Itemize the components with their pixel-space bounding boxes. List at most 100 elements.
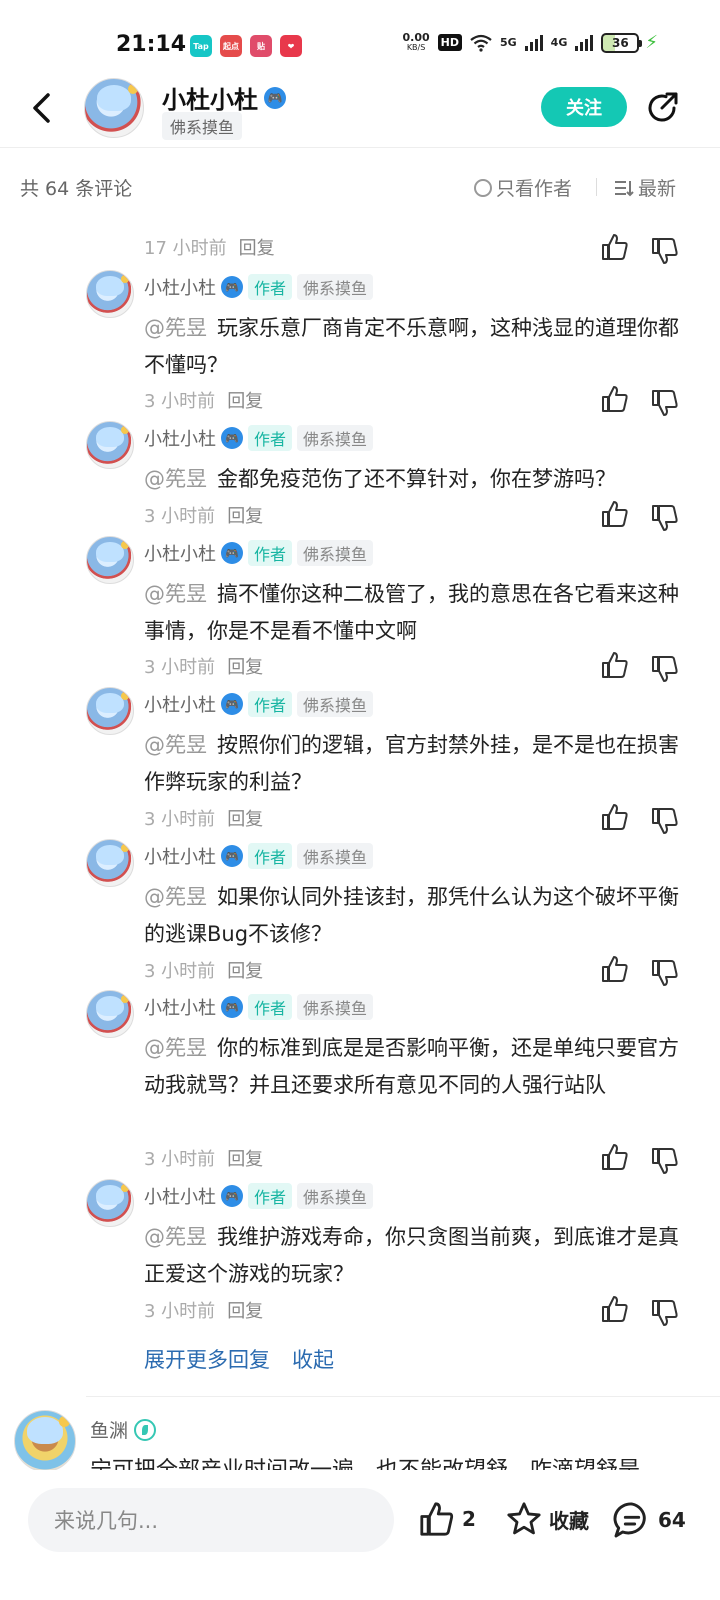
thumbs-up-icon[interactable]: [600, 384, 630, 414]
comment-input[interactable]: 来说几句...: [28, 1488, 394, 1552]
bottom-bar: 来说几句... 2 收藏 64: [0, 1470, 720, 1600]
follow-button[interactable]: 关注: [541, 87, 627, 127]
reply-author-name[interactable]: 小杜小杜: [144, 691, 216, 717]
thumbs-down-icon[interactable]: [650, 1298, 680, 1328]
favorite-button[interactable]: 收藏: [505, 1500, 589, 1538]
chevron-left-icon: [33, 93, 50, 123]
mention-link[interactable]: @筅昱: [144, 885, 207, 909]
reply-avatar[interactable]: [86, 990, 134, 1038]
thumbs-up-icon[interactable]: [600, 499, 630, 529]
reply-time: 3 小时前: [144, 657, 216, 678]
author-badge: 作者: [248, 274, 293, 300]
mention-link[interactable]: @筅昱: [144, 582, 207, 606]
commenter-name-row[interactable]: 鱼渊: [90, 1416, 157, 1443]
reply-avatar[interactable]: [86, 536, 134, 584]
reply-author-name[interactable]: 小杜小杜: [144, 843, 216, 869]
reply-tag: 佛系摸鱼: [297, 691, 374, 717]
network-speed: 0.00 KB/S: [402, 30, 430, 53]
share-button[interactable]: [644, 90, 680, 126]
network-speed-unit: KB/S: [406, 42, 426, 52]
reply-author-name[interactable]: 小杜小杜: [144, 1183, 216, 1209]
reply-avatar[interactable]: [86, 421, 134, 469]
header: 小杜小杜 🎮 佛系摸鱼 关注: [0, 72, 720, 148]
reply-avatar[interactable]: [86, 839, 134, 887]
reply-body: 按照你们的逻辑，官方封禁外挂，是不是也在损害作弊玩家的利益？: [144, 733, 679, 794]
more-replies-row: 展开更多回复 收起: [144, 1344, 334, 1374]
reply-header: 小杜小杜 🎮 作者 佛系摸鱼: [144, 274, 374, 300]
thumbs-down-icon[interactable]: [650, 1146, 680, 1176]
comments-button[interactable]: 64: [612, 1500, 686, 1540]
thumbs-up-icon[interactable]: [600, 650, 630, 680]
sort-button[interactable]: 最新: [614, 174, 676, 201]
only-author-label: 只看作者: [496, 178, 573, 200]
like-button[interactable]: 2: [418, 1500, 476, 1538]
reply-meta: 3 小时前 回复: [144, 957, 263, 983]
thumbs-down-icon[interactable]: [650, 388, 680, 418]
commenter-avatar[interactable]: [14, 1410, 76, 1472]
reply-text: @筅昱 按照你们的逻辑，官方封禁外挂，是不是也在损害作弊玩家的利益？: [144, 727, 680, 801]
reply-tag: 佛系摸鱼: [297, 1183, 374, 1209]
author-badge: 作者: [248, 1183, 293, 1209]
reply-meta: 3 小时前 回复: [144, 805, 263, 831]
reply-button[interactable]: 回复: [227, 502, 263, 528]
share-icon: [648, 92, 678, 122]
thumbs-down-icon[interactable]: [650, 236, 680, 266]
reply-tag: 佛系摸鱼: [297, 843, 374, 869]
thumbs-down-icon[interactable]: [650, 654, 680, 684]
author-name-row[interactable]: 小杜小杜 🎮: [162, 80, 286, 115]
reply-time: 3 小时前: [144, 506, 216, 527]
reply-button[interactable]: 回复: [227, 387, 263, 413]
reply-button[interactable]: 回复: [227, 653, 263, 679]
reply-button[interactable]: 回复: [227, 957, 263, 983]
reply-button[interactable]: 回复: [227, 1145, 263, 1171]
author-avatar[interactable]: [84, 78, 144, 138]
reply-avatar[interactable]: [86, 1179, 134, 1227]
thumbs-up-icon[interactable]: [600, 1294, 630, 1324]
mention-link[interactable]: @筅昱: [144, 467, 207, 491]
comment-count-label: 64: [658, 1508, 686, 1532]
reply-body: 你的标准到底是是否影响平衡，还是单纯只要官方动我就骂？并且还要求所有意见不同的人…: [144, 1036, 679, 1097]
reply-avatar[interactable]: [86, 270, 134, 318]
thumbs-up-icon[interactable]: [600, 232, 630, 262]
mention-link[interactable]: @筅昱: [144, 1225, 207, 1249]
mention-link[interactable]: @筅昱: [144, 316, 207, 340]
mention-link[interactable]: @筅昱: [144, 733, 207, 757]
network-speed-value: 0.00: [402, 30, 430, 44]
reply-text: @筅昱 你的标准到底是是否影响平衡，还是单纯只要官方动我就骂？并且还要求所有意见不…: [144, 1030, 680, 1104]
divider: [86, 1396, 720, 1397]
only-author-toggle[interactable]: 只看作者: [474, 174, 572, 201]
sort-icon: [615, 180, 634, 196]
collapse-button[interactable]: 收起: [292, 1344, 334, 1374]
reply-time: 3 小时前: [144, 1301, 216, 1322]
reply-text: @筅昱 搞不懂你这种二极管了，我的意思在各它看来这种事情，你是不是看不懂中文啊: [144, 576, 680, 650]
gamepad-badge-icon: 🎮: [221, 845, 243, 867]
reply-button[interactable]: 回复: [239, 234, 275, 260]
reply-body: 金都免疫范伤了还不算针对，你在梦游吗？: [217, 467, 616, 491]
status-time: 21:14: [116, 32, 187, 57]
author-tag: 佛系摸鱼: [162, 112, 243, 140]
mention-link[interactable]: @筅昱: [144, 1036, 207, 1060]
favorite-label: 收藏: [549, 1508, 589, 1533]
reply-button[interactable]: 回复: [227, 1297, 263, 1323]
reply-author-name[interactable]: 小杜小杜: [144, 540, 216, 566]
taptap-app-icon: Tap: [190, 35, 212, 57]
reply-author-name[interactable]: 小杜小杜: [144, 994, 216, 1020]
tieba-app-icon: 贴: [250, 35, 272, 57]
author-badge: 作者: [248, 540, 293, 566]
thumbs-up-icon[interactable]: [600, 954, 630, 984]
thumbs-down-icon[interactable]: [650, 806, 680, 836]
reply-header: 小杜小杜 🎮 作者 佛系摸鱼: [144, 843, 374, 869]
reply-author-name[interactable]: 小杜小杜: [144, 274, 216, 300]
battery-icon: 36: [601, 32, 643, 53]
thumbs-down-icon[interactable]: [650, 503, 680, 533]
expand-more-replies-button[interactable]: 展开更多回复: [144, 1344, 270, 1374]
back-button[interactable]: [30, 90, 60, 126]
reply-avatar[interactable]: [86, 687, 134, 735]
thumbs-up-icon[interactable]: [600, 802, 630, 832]
reply-author-name[interactable]: 小杜小杜: [144, 425, 216, 451]
reply-button[interactable]: 回复: [227, 805, 263, 831]
author-name: 小杜小杜: [162, 86, 258, 114]
thumbs-up-icon[interactable]: [600, 1142, 630, 1172]
thumbs-down-icon[interactable]: [650, 958, 680, 988]
reply-meta: 3 小时前 回复: [144, 1297, 263, 1323]
